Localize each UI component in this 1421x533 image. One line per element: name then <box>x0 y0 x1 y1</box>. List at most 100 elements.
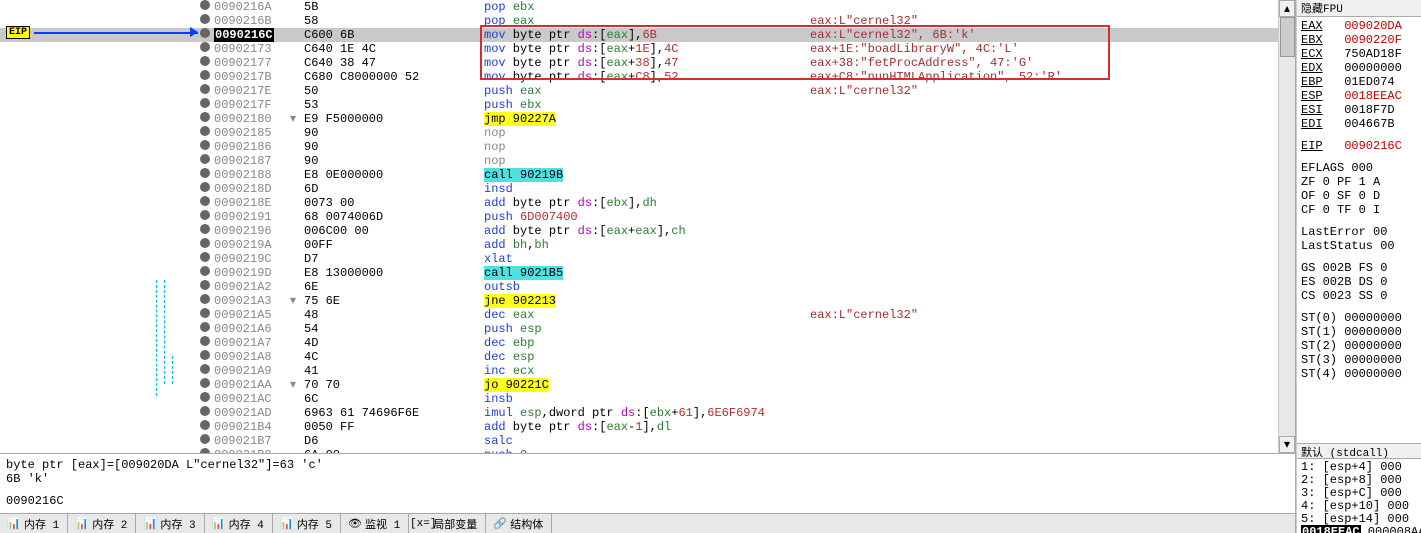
disasm-row[interactable]: 00902177 C640 38 47 mov byte ptr ds:[eax… <box>0 56 1278 70</box>
breakpoint-dot[interactable] <box>198 28 212 42</box>
disasm-row[interactable]: 00902188 E8 0E000000 call 90219B <box>0 168 1278 182</box>
breakpoint-dot[interactable] <box>198 392 212 406</box>
disasm-row[interactable]: 00902180 ▾ E9 F5000000 jmp 90227A <box>0 112 1278 126</box>
disasm-row[interactable]: 0090218E 0073 00 add byte ptr ds:[ebx],d… <box>0 196 1278 210</box>
disasm-row[interactable]: 0090219A 00FF add bh,bh <box>0 238 1278 252</box>
tab-0[interactable]: 📊内存 1 <box>0 514 68 533</box>
disasm-row[interactable]: 009021B7 D6 salc <box>0 434 1278 448</box>
disasm-row[interactable]: 009021A5 48 dec eax eax:L"cernel32" <box>0 308 1278 322</box>
scroll-up-button[interactable]: ▴ <box>1279 0 1295 17</box>
breakpoint-dot[interactable] <box>198 0 212 14</box>
disasm-row[interactable]: 0090217B C680 C8000000 52 mov byte ptr d… <box>0 70 1278 84</box>
disasm-row[interactable]: 00902186 90 nop <box>0 140 1278 154</box>
stack-view[interactable]: 1: [esp+4] 0002: [esp+8] 0003: [esp+C] 0… <box>1297 458 1421 533</box>
breakpoint-dot[interactable] <box>198 434 212 448</box>
breakpoint-dot[interactable] <box>198 42 212 56</box>
register-row[interactable]: EDI 004667B <box>1301 117 1421 131</box>
flags-row: CF 0 TF 0 I <box>1301 203 1421 217</box>
disasm-row[interactable]: 009021A3 ▾ 75 6E jne 902213 <box>0 294 1278 308</box>
breakpoint-dot[interactable] <box>198 168 212 182</box>
hide-fpu-button[interactable]: 隐藏FPU <box>1297 0 1421 17</box>
breakpoint-dot[interactable] <box>198 238 212 252</box>
breakpoint-dot[interactable] <box>198 308 212 322</box>
tab-5[interactable]: 👁监视 1 <box>341 514 409 533</box>
disassembly-view[interactable]: EIP 0090216A 5B pop ebx 0090216B 58 pop … <box>0 0 1278 453</box>
register-row[interactable]: ECX 750AD18F <box>1301 47 1421 61</box>
disasm-row[interactable]: 00902185 90 nop <box>0 126 1278 140</box>
tab-7[interactable]: 🔗结构体 <box>486 514 552 533</box>
breakpoint-dot[interactable] <box>198 98 212 112</box>
disasm-row[interactable]: 0090219C D7 xlat <box>0 252 1278 266</box>
tab-1[interactable]: 📊内存 2 <box>68 514 136 533</box>
breakpoint-dot[interactable] <box>198 406 212 420</box>
disasm-row[interactable]: 009021AA ▾ 70 70 jo 90221C <box>0 378 1278 392</box>
disasm-row[interactable]: 009021AC 6C insb <box>0 392 1278 406</box>
disasm-row[interactable]: 00902191 68 0074006D push 6D007400 <box>0 210 1278 224</box>
breakpoint-dot[interactable] <box>198 252 212 266</box>
breakpoint-dot[interactable] <box>198 140 212 154</box>
tab-3[interactable]: 📊内存 4 <box>205 514 273 533</box>
disasm-row[interactable]: 009021A6 54 push esp <box>0 322 1278 336</box>
disasm-row[interactable]: 009021A8 4C dec esp <box>0 350 1278 364</box>
tab-2[interactable]: 📊内存 3 <box>136 514 204 533</box>
register-row[interactable]: EBP 01ED074 <box>1301 75 1421 89</box>
breakpoint-dot[interactable] <box>198 126 212 140</box>
st-row: ST(3) 00000000 <box>1301 353 1421 367</box>
registers-view[interactable]: EAX 009020DAEBX 0090220FECX 750AD18FEDX … <box>1297 17 1421 443</box>
breakpoint-dot[interactable] <box>198 448 212 453</box>
disasm-row[interactable]: 009021A9 41 inc ecx <box>0 364 1278 378</box>
dump-tabs[interactable]: 📊内存 1📊内存 2📊内存 3📊内存 4📊内存 5👁监视 1[x=]局部变量🔗结… <box>0 513 1295 533</box>
scroll-thumb-v[interactable] <box>1280 17 1295 57</box>
breakpoint-dot[interactable] <box>198 364 212 378</box>
breakpoint-dot[interactable] <box>198 196 212 210</box>
disasm-row[interactable]: 0090217F 53 push ebx <box>0 98 1278 112</box>
info-pane: byte ptr [eax]=[009020DA L"cernel32"]=63… <box>0 453 1295 513</box>
breakpoint-dot[interactable] <box>198 294 212 308</box>
tab-icon: 📊 <box>76 518 88 530</box>
disasm-row[interactable]: 0090216A 5B pop ebx <box>0 0 1278 14</box>
breakpoint-dot[interactable] <box>198 420 212 434</box>
breakpoint-dot[interactable] <box>198 210 212 224</box>
tab-4[interactable]: 📊内存 5 <box>273 514 341 533</box>
disasm-row[interactable]: 009021A7 4D dec ebp <box>0 336 1278 350</box>
breakpoint-dot[interactable] <box>198 266 212 280</box>
disasm-row[interactable]: 009021A2 6E outsb <box>0 280 1278 294</box>
calling-convention[interactable]: 默认 (stdcall) <box>1297 443 1421 458</box>
disasm-row[interactable]: 009021B4 0050 FF add byte ptr ds:[eax-1]… <box>0 420 1278 434</box>
breakpoint-dot[interactable] <box>198 70 212 84</box>
disasm-row[interactable]: 0090218D 6D insd <box>0 182 1278 196</box>
register-row[interactable]: EBX 0090220F <box>1301 33 1421 47</box>
breakpoint-dot[interactable] <box>198 112 212 126</box>
disasm-row[interactable]: 00902196 006C00 00 add byte ptr ds:[eax+… <box>0 224 1278 238</box>
st-row: ST(2) 00000000 <box>1301 339 1421 353</box>
breakpoint-dot[interactable] <box>198 378 212 392</box>
register-row[interactable]: ESP 0018EEAC <box>1301 89 1421 103</box>
register-row[interactable]: ESI 0018F7D <box>1301 103 1421 117</box>
scroll-down-button[interactable]: ▾ <box>1279 436 1295 453</box>
breakpoint-dot[interactable] <box>198 350 212 364</box>
disasm-row[interactable]: 009021B8 6A 00 push 0 <box>0 448 1278 453</box>
disasm-row[interactable]: 00902173 C640 1E 4C mov byte ptr ds:[eax… <box>0 42 1278 56</box>
vertical-scrollbar[interactable]: ▴ ▾ <box>1278 0 1295 453</box>
breakpoint-dot[interactable] <box>198 322 212 336</box>
register-row[interactable]: EDX 00000000 <box>1301 61 1421 75</box>
breakpoint-dot[interactable] <box>198 154 212 168</box>
eip-indicator: EIP <box>0 26 198 39</box>
breakpoint-dot[interactable] <box>198 14 212 28</box>
tab-6[interactable]: [x=]局部变量 <box>409 514 486 533</box>
register-row[interactable]: EAX 009020DA <box>1301 19 1421 33</box>
disasm-row[interactable]: 0090217E 50 push eax eax:L"cernel32" <box>0 84 1278 98</box>
flags-row: OF 0 SF 0 D <box>1301 189 1421 203</box>
disasm-row[interactable]: 0090219D E8 13000000 call 9021B5 <box>0 266 1278 280</box>
stack-foot: 0018EEAC 000008AA <box>1301 526 1421 533</box>
breakpoint-dot[interactable] <box>198 182 212 196</box>
seg-row: ES 002B DS 0 <box>1301 275 1421 289</box>
disasm-row[interactable]: 009021AD 6963 61 74696F6E imul esp,dword… <box>0 406 1278 420</box>
breakpoint-dot[interactable] <box>198 336 212 350</box>
breakpoint-dot[interactable] <box>198 56 212 70</box>
breakpoint-dot[interactable] <box>198 280 212 294</box>
register-eip[interactable]: EIP 0090216C <box>1301 139 1421 153</box>
breakpoint-dot[interactable] <box>198 224 212 238</box>
breakpoint-dot[interactable] <box>198 84 212 98</box>
disasm-row[interactable]: 00902187 90 nop <box>0 154 1278 168</box>
